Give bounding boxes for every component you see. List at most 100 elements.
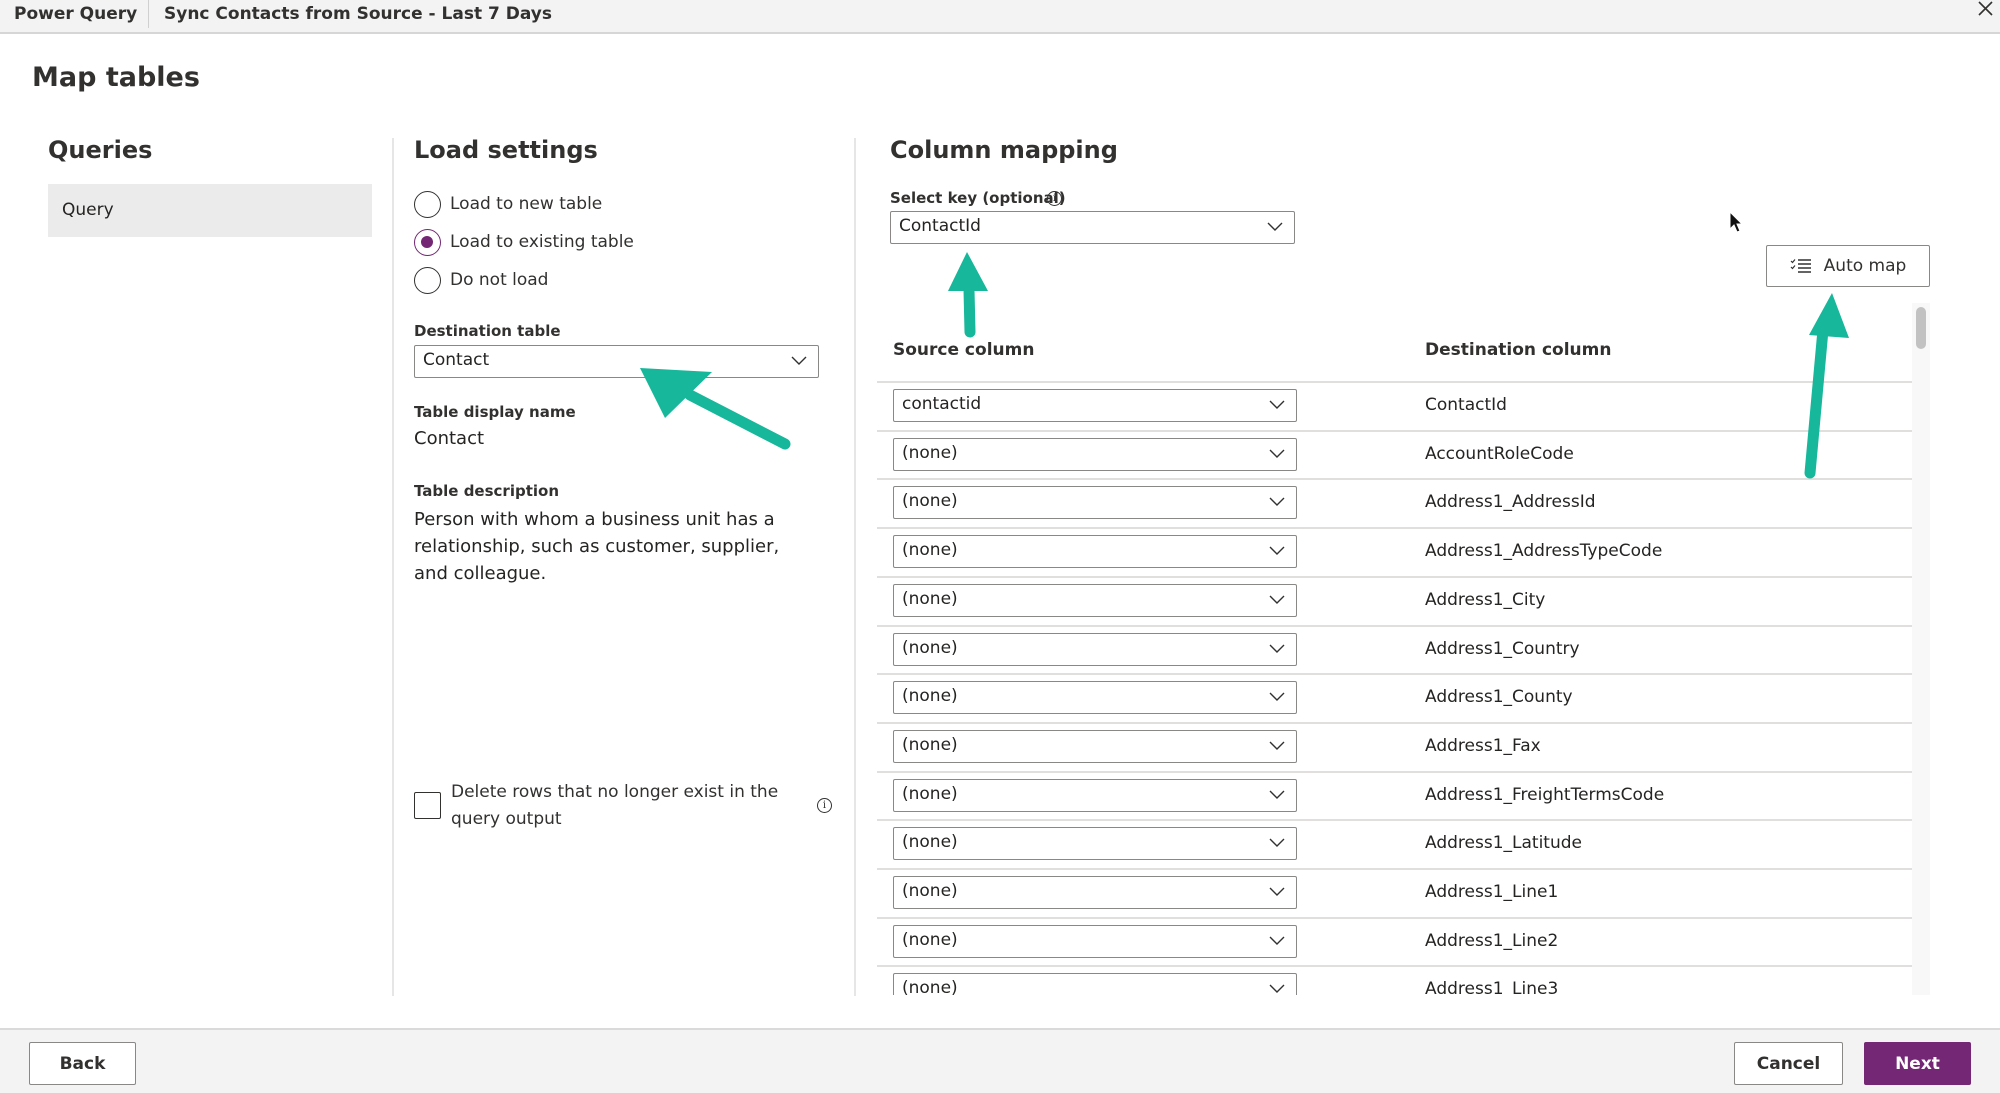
info-icon[interactable]: i [1047, 191, 1062, 206]
mapping-row: (none) Address1_Country [877, 624, 1912, 674]
radio-circle[interactable] [414, 190, 441, 218]
source-column-dropdown[interactable]: (none) [893, 583, 1297, 617]
source-column-dropdown[interactable]: (none) [893, 729, 1297, 763]
table-description-label: Table description [414, 482, 559, 500]
source-column-dropdown[interactable]: contactid [893, 389, 1297, 422]
radio-label: Load to new table [450, 194, 603, 214]
app-name: Power Query [14, 4, 138, 24]
destination-column-name: ContactId [1425, 395, 1507, 415]
source-column-dropdown[interactable]: (none) [893, 535, 1297, 569]
chevron-down-icon [791, 356, 807, 365]
document-title: Sync Contacts from Source - Last 7 Days [164, 4, 552, 24]
source-column-value: contactid [902, 394, 982, 414]
chevron-down-icon [1269, 887, 1285, 896]
select-key-label: Select key (optional) [890, 189, 1066, 207]
destination-table-dropdown[interactable]: Contact [414, 345, 819, 378]
scrollbar-thumb[interactable] [1916, 307, 1926, 349]
chevron-down-icon [1269, 936, 1285, 945]
auto-map-label: Auto map [1823, 256, 1907, 276]
close-icon[interactable] [1972, 0, 1996, 20]
source-column-value: (none) [902, 929, 958, 950]
mapping-row: (none) Address1_Line3 [877, 965, 1912, 995]
column-mapping-table: contactid ContactId (none) AccountRoleCode(… [877, 381, 1912, 995]
source-column-dropdown[interactable]: (none) [893, 632, 1297, 666]
query-list-item[interactable]: Query [48, 184, 372, 237]
chevron-down-icon [1267, 222, 1283, 231]
auto-map-button[interactable]: Auto map [1766, 245, 1930, 287]
back-button[interactable]: Back [29, 1042, 136, 1085]
source-column-dropdown[interactable]: (none) [893, 827, 1297, 861]
radio-load-to-new-table[interactable]: Load to new table [414, 189, 602, 219]
destination-table-value: Contact [423, 350, 490, 370]
source-column-value: (none) [902, 637, 958, 658]
mapping-row: (none) Address1_Line2 [877, 916, 1912, 966]
mapping-row: (none) AccountRoleCode [877, 429, 1912, 479]
next-button[interactable]: Next [1864, 1042, 1971, 1085]
mapping-row: (none) Address1_Fax [877, 721, 1912, 771]
mapping-row: (none) Address1_AddressId [877, 478, 1912, 527]
chevron-down-icon [1269, 546, 1285, 556]
source-column-dropdown[interactable]: (none) [893, 437, 1297, 471]
arrow-to-select-key [948, 252, 988, 338]
destination-column-header: Destination column [1425, 340, 1612, 360]
queries-heading: Queries [48, 136, 153, 164]
source-column-dropdown[interactable]: (none) [893, 778, 1297, 812]
destination-column-name: Address1_Line3 [1425, 979, 1559, 995]
source-column-value: (none) [902, 881, 958, 901]
mapping-row: (none) Address1_Line1 [877, 868, 1912, 917]
footer-bar: Back Cancel Next [0, 1028, 2000, 1093]
destination-column-name: Address1_Line2 [1425, 930, 1559, 951]
mouse-cursor-icon [1729, 211, 1744, 233]
source-column-value: (none) [902, 783, 958, 804]
source-column-value: (none) [902, 491, 958, 512]
column-divider [392, 138, 394, 996]
source-column-value: (none) [902, 734, 958, 755]
source-column-dropdown[interactable]: (none) [893, 486, 1297, 520]
cancel-button[interactable]: Cancel [1734, 1042, 1843, 1085]
radio-label: Do not load [450, 270, 549, 290]
destination-column-name: Address1_Country [1425, 638, 1580, 659]
mapping-row: contactid ContactId [877, 381, 1912, 430]
mapping-row: (none) Address1_AddressTypeCode [877, 527, 1912, 576]
chevron-down-icon [1269, 790, 1285, 799]
destination-column-name: Address1_Line1 [1425, 882, 1559, 902]
source-column-dropdown[interactable]: (none) [893, 681, 1297, 715]
arrow-to-destination-table [640, 368, 791, 450]
radio-circle-checked[interactable] [414, 228, 441, 256]
info-icon[interactable]: i [817, 798, 832, 813]
chevron-down-icon [1269, 497, 1285, 507]
select-key-dropdown[interactable]: ContactId [890, 211, 1295, 244]
auto-map-icon [1790, 259, 1811, 273]
mapping-row: (none) Address1_City [877, 575, 1912, 625]
radio-do-not-load[interactable]: Do not load [414, 265, 548, 295]
table-description-value: Person with whom a business unit has a r… [414, 509, 780, 584]
chevron-down-icon [1269, 400, 1285, 409]
chevron-down-icon [1269, 741, 1285, 750]
destination-column-name: Address1_FreightTermsCode [1425, 784, 1665, 805]
chevron-down-icon [1269, 984, 1285, 994]
vertical-scrollbar[interactable] [1912, 303, 1930, 995]
destination-column-name: Address1_County [1425, 687, 1573, 708]
radio-circle[interactable] [414, 266, 441, 294]
destination-column-name: AccountRoleCode [1425, 443, 1574, 464]
destination-column-name: Address1_Latitude [1425, 833, 1582, 854]
source-column-dropdown[interactable]: (none) [893, 876, 1297, 909]
delete-rows-label: Delete rows that no longer exist in the … [451, 782, 779, 829]
destination-column-name: Address1_AddressId [1425, 492, 1596, 513]
column-divider [854, 138, 856, 996]
title-separator [148, 0, 149, 28]
source-column-value: (none) [902, 442, 958, 463]
load-settings-heading: Load settings [414, 136, 598, 164]
source-column-value: (none) [902, 588, 958, 609]
source-column-dropdown[interactable]: (none) [893, 973, 1297, 995]
column-mapping-heading: Column mapping [890, 136, 1118, 164]
table-display-name-label: Table display name [414, 403, 576, 421]
radio-label: Load to existing table [450, 232, 634, 252]
radio-load-to-existing-table[interactable]: Load to existing table [414, 227, 634, 257]
mapping-row: (none) Address1_Latitude [877, 819, 1912, 868]
delete-rows-checkbox[interactable] [414, 792, 441, 819]
table-display-name-value: Contact [414, 428, 485, 449]
destination-column-name: Address1_AddressTypeCode [1425, 541, 1663, 562]
destination-table-label: Destination table [414, 322, 561, 340]
source-column-dropdown[interactable]: (none) [893, 924, 1297, 958]
